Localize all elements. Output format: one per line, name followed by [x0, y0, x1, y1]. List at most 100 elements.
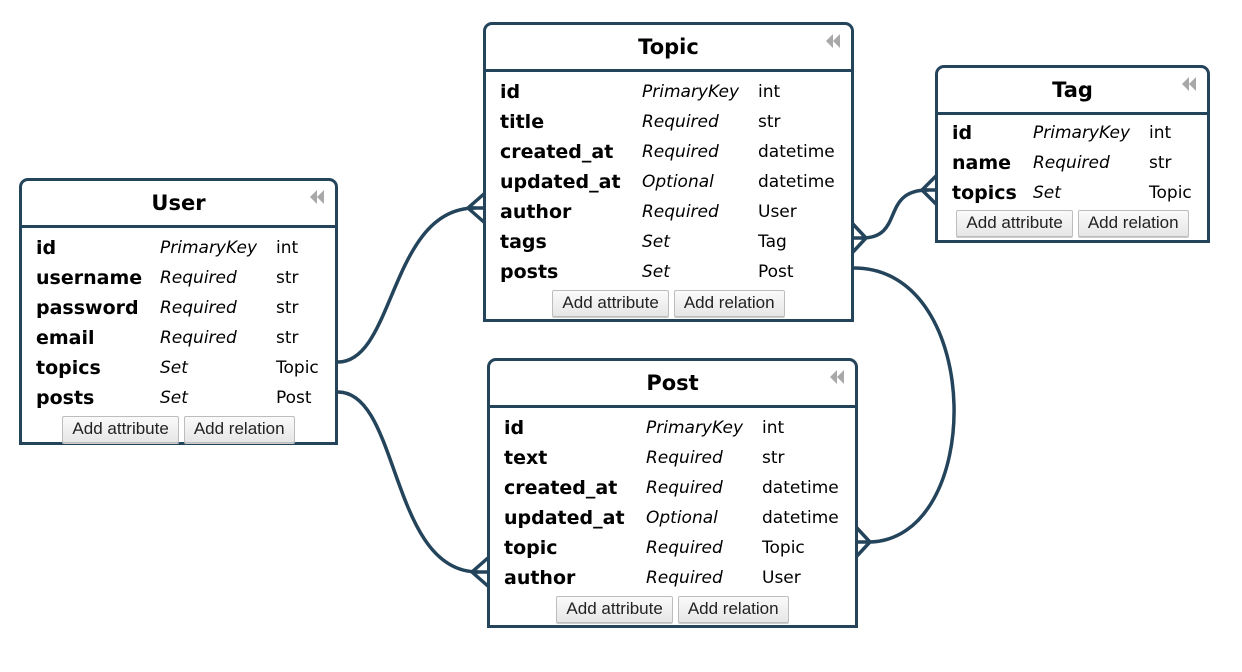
relation-user-topics-link — [336, 206, 477, 364]
collapse-icon[interactable] — [829, 370, 845, 384]
attribute-row[interactable]: updated_at Optional datetime — [504, 503, 855, 533]
attribute-type: datetime — [758, 172, 835, 192]
attribute-row[interactable]: topic Required Topic — [504, 533, 855, 563]
attribute-name: topic — [504, 537, 558, 559]
attribute-row[interactable]: posts Set Post — [500, 257, 851, 287]
attribute-name: author — [504, 567, 576, 589]
entity-header[interactable]: Post — [490, 361, 855, 408]
attribute-row[interactable]: topics Set Topic — [952, 178, 1207, 208]
attribute-row[interactable]: username Required str — [36, 263, 335, 293]
attribute-row[interactable]: id PrimaryKey int — [952, 118, 1207, 148]
collapse-icon[interactable] — [1181, 77, 1197, 91]
attribute-kind: Set — [160, 388, 188, 408]
attribute-type: int — [762, 418, 785, 438]
attribute-row[interactable]: id PrimaryKey int — [36, 233, 335, 263]
attribute-row[interactable]: tags Set Tag — [500, 227, 851, 257]
add-attribute-button[interactable]: Add attribute — [62, 416, 179, 443]
attribute-list: id PrimaryKey int title Required str created… — [486, 72, 851, 287]
collapse-icon[interactable] — [825, 34, 841, 48]
attribute-type: str — [276, 268, 299, 288]
collapse-icon[interactable] — [309, 190, 325, 204]
attribute-row[interactable]: text Required str — [504, 443, 855, 473]
attribute-type: str — [1149, 153, 1172, 173]
entity-actions: Add attribute Add relation — [490, 596, 855, 623]
attribute-kind: Set — [1033, 183, 1061, 203]
crows-foot-topic-tags-icon — [850, 221, 869, 255]
attribute-row[interactable]: author Required User — [504, 563, 855, 593]
attribute-kind: Required — [646, 448, 723, 468]
add-relation-button[interactable]: Add relation — [673, 290, 785, 317]
attribute-name: name — [952, 152, 1012, 174]
attribute-name: username — [36, 267, 143, 289]
attribute-row[interactable]: posts Set Post — [36, 383, 335, 413]
entity-title: Tag — [1052, 78, 1093, 102]
attribute-type: str — [276, 328, 299, 348]
attribute-type: Post — [758, 262, 794, 282]
entity-header[interactable]: User — [22, 181, 335, 228]
attribute-name: topics — [952, 182, 1017, 204]
attribute-kind: PrimaryKey — [1033, 123, 1131, 143]
attribute-kind: Optional — [646, 508, 718, 528]
attribute-kind: Set — [642, 262, 670, 282]
attribute-kind: Required — [160, 298, 237, 318]
entity-actions: Add attribute Add relation — [938, 210, 1207, 237]
attribute-name: id — [36, 237, 57, 259]
attribute-row[interactable]: id PrimaryKey int — [504, 413, 855, 443]
attribute-row[interactable]: email Required str — [36, 323, 335, 353]
attribute-kind: Required — [642, 202, 719, 222]
attribute-name: id — [500, 81, 521, 103]
entity-title: User — [151, 191, 206, 215]
add-relation-button[interactable]: Add relation — [1077, 210, 1189, 237]
add-attribute-button[interactable]: Add attribute — [552, 290, 669, 317]
attribute-name: email — [36, 327, 95, 349]
add-relation-button[interactable]: Add relation — [677, 596, 789, 623]
attribute-name: id — [504, 417, 525, 439]
attribute-name: created_at — [500, 141, 614, 163]
attribute-row[interactable]: title Required str — [500, 107, 851, 137]
attribute-type: datetime — [762, 478, 839, 498]
attribute-row[interactable]: topics Set Topic — [36, 353, 335, 383]
attribute-row[interactable]: updated_at Optional datetime — [500, 167, 851, 197]
entity-topic[interactable]: Topic id PrimaryKey int title Required str c… — [483, 22, 854, 322]
attribute-name: id — [952, 122, 973, 144]
attribute-row[interactable]: password Required str — [36, 293, 335, 323]
entity-title: Post — [646, 371, 699, 395]
attribute-kind: PrimaryKey — [646, 418, 744, 438]
attribute-list: id PrimaryKey int username Required str pass… — [22, 228, 335, 413]
attribute-kind: Required — [646, 538, 723, 558]
add-attribute-button[interactable]: Add attribute — [956, 210, 1073, 237]
entity-actions: Add attribute Add relation — [22, 416, 335, 443]
attribute-row[interactable]: name Required str — [952, 148, 1207, 178]
attribute-type: Tag — [758, 232, 787, 252]
attribute-name: updated_at — [504, 507, 625, 529]
add-relation-button[interactable]: Add relation — [183, 416, 295, 443]
attribute-type: int — [276, 238, 299, 258]
attribute-list: id PrimaryKey int name Required str topics Se… — [938, 115, 1207, 208]
attribute-type: Topic — [1149, 183, 1192, 203]
relation-topic-tags-link — [860, 188, 930, 240]
attribute-row[interactable]: created_at Required datetime — [504, 473, 855, 503]
attribute-name: posts — [36, 387, 95, 409]
attribute-name: posts — [500, 261, 559, 283]
attribute-row[interactable]: created_at Required datetime — [500, 137, 851, 167]
attribute-row[interactable]: author Required User — [500, 197, 851, 227]
attribute-kind: Required — [646, 478, 723, 498]
attribute-name: password — [36, 297, 139, 319]
attribute-type: User — [762, 568, 801, 588]
entity-tag[interactable]: Tag id PrimaryKey int name Required str topi… — [935, 65, 1210, 243]
attribute-type: int — [758, 82, 781, 102]
add-attribute-button[interactable]: Add attribute — [556, 596, 673, 623]
attribute-type: str — [758, 112, 781, 132]
attribute-kind: PrimaryKey — [642, 82, 740, 102]
attribute-type: datetime — [762, 508, 839, 528]
attribute-kind: Required — [160, 328, 237, 348]
crows-foot-post-topic-icon — [854, 525, 873, 559]
attribute-row[interactable]: id PrimaryKey int — [500, 77, 851, 107]
entity-header[interactable]: Tag — [938, 68, 1207, 115]
entity-header[interactable]: Topic — [486, 25, 851, 72]
attribute-kind: Set — [642, 232, 670, 252]
attribute-kind: Required — [1033, 153, 1110, 173]
entity-post[interactable]: Post id PrimaryKey int text Required str cre… — [487, 358, 858, 628]
entity-user[interactable]: User id PrimaryKey int username Required str… — [19, 178, 338, 445]
attribute-kind: Required — [160, 268, 237, 288]
